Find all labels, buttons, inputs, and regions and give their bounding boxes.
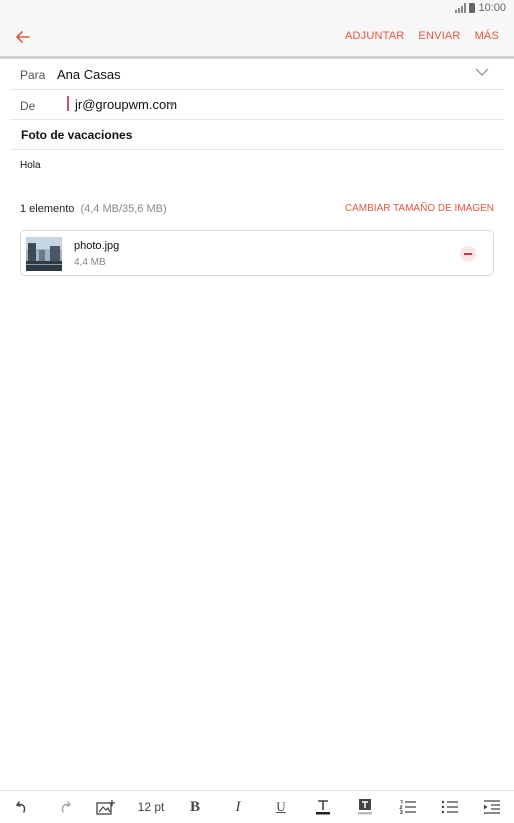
photo-thumbnail (26, 237, 62, 271)
insert-image-icon (96, 800, 115, 815)
underline-button[interactable]: U (272, 797, 290, 817)
indent-icon (484, 800, 500, 814)
to-label: Para (20, 68, 46, 82)
numbered-list-icon (399, 800, 416, 814)
attachment-summary: 1 elemento (4,4 MB/35,6 MB) (20, 203, 167, 215)
bold-button[interactable]: B (186, 797, 204, 817)
app-bar: ADJUNTAR ENVIAR MÁS (0, 18, 514, 56)
more-button[interactable]: MÁS (475, 30, 499, 42)
subject-row: Foto de vacaciones (10, 120, 504, 150)
redo-button[interactable] (55, 797, 75, 817)
insert-image-button[interactable] (95, 797, 117, 817)
status-time: 10:00 (478, 2, 506, 14)
highlight-color-icon (358, 799, 372, 815)
numbered-list-button[interactable] (398, 797, 418, 817)
back-button[interactable] (12, 26, 34, 48)
font-size-selector[interactable]: 12 pt (136, 797, 166, 817)
attachment-filesize: 4,4 MB (74, 257, 106, 268)
signal-icon (455, 3, 467, 13)
from-account[interactable]: jr@groupwm.com (75, 97, 177, 112)
attachment-filename: photo.jpg (74, 240, 120, 252)
text-color-button[interactable] (313, 797, 333, 817)
status-indicators: 10:00 (455, 2, 506, 14)
battery-icon (469, 3, 476, 13)
header-actions: ADJUNTAR ENVIAR MÁS (345, 30, 499, 42)
bullet-list-button[interactable] (440, 797, 460, 817)
to-row: Para Ana Casas (10, 59, 504, 90)
attachment-item[interactable]: photo.jpg 4,4 MB (20, 230, 494, 276)
indent-button[interactable] (482, 797, 502, 817)
attachment-count: 1 elemento (20, 203, 75, 215)
redo-icon (61, 801, 72, 813)
formatting-toolbar: 12 pt B I U (0, 790, 514, 823)
bullet-list-icon (441, 800, 458, 814)
resize-image-button[interactable]: CAMBIAR TAMAÑO DE IMAGEN (345, 203, 494, 214)
account-dropdown-icon[interactable] (168, 102, 176, 107)
highlight-color-button[interactable] (355, 797, 375, 817)
chevron-down-icon[interactable] (475, 67, 489, 77)
message-body[interactable]: Hola (20, 160, 41, 171)
from-account-marker (67, 96, 69, 111)
undo-button[interactable] (12, 797, 32, 817)
status-bar: 10:00 (0, 0, 514, 18)
text-color-icon (316, 800, 330, 815)
attachment-total-size: (4,4 MB/35,6 MB) (80, 203, 167, 215)
remove-attachment-button[interactable] (460, 246, 476, 262)
arrow-left-icon (16, 31, 30, 43)
send-button[interactable]: ENVIAR (418, 30, 460, 42)
subject-field[interactable]: Foto de vacaciones (21, 128, 132, 142)
from-row: De jr@groupwm.com (10, 90, 504, 120)
to-recipient[interactable]: Ana Casas (57, 67, 121, 82)
from-label: De (20, 99, 36, 113)
italic-button[interactable]: I (229, 797, 247, 817)
attach-button[interactable]: ADJUNTAR (345, 30, 404, 42)
undo-icon (15, 801, 26, 813)
